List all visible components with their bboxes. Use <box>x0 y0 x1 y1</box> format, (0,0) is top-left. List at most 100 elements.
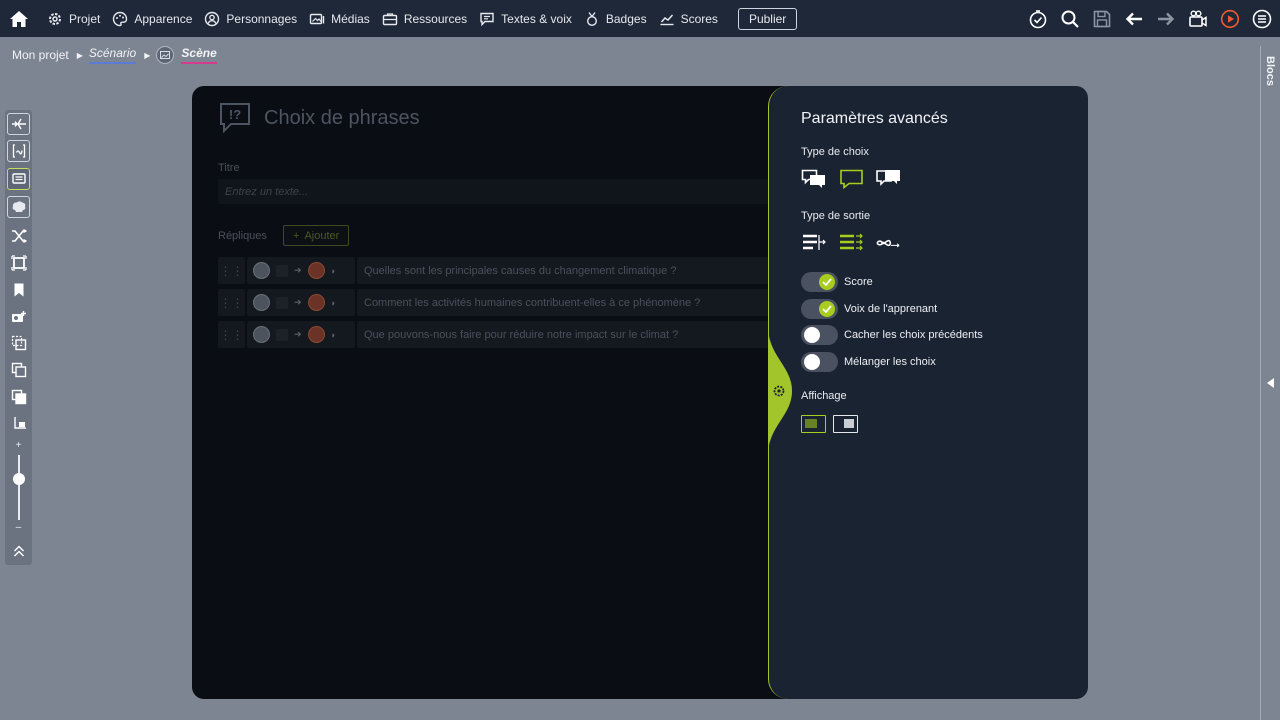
top-nav-bar: Projet Apparence Personnages Médias Ress… <box>0 0 1280 37</box>
shuffle-tool-button[interactable] <box>7 225 30 247</box>
nav-personnages[interactable]: Personnages <box>204 0 297 37</box>
score-toggle[interactable] <box>801 272 838 292</box>
display-left-option[interactable] <box>801 415 826 433</box>
toggle-learner-voice[interactable]: Voix de l'apprenant <box>801 299 937 319</box>
learner-avatar <box>253 326 270 343</box>
nav-ressources[interactable]: Ressources <box>382 0 467 37</box>
reply-characters[interactable]: ➜ ◗ <box>247 289 355 316</box>
reply-text[interactable]: Que pouvons-nous faire pour réduire notr… <box>357 321 778 348</box>
frame-icon <box>10 255 27 271</box>
paste-icon <box>11 389 26 405</box>
home-button[interactable] <box>0 0 37 37</box>
person-icon <box>205 11 220 26</box>
hide-previous-toggle[interactable] <box>801 325 838 345</box>
variable-tool-button[interactable] <box>7 140 30 162</box>
speech-icon <box>480 12 494 26</box>
search-icon[interactable] <box>1060 9 1080 29</box>
toggle-shuffle-choices[interactable]: Mélanger les choix <box>801 352 936 372</box>
dialogue-tool-button[interactable] <box>7 168 30 190</box>
settings-tab-handle[interactable] <box>766 326 792 456</box>
nav-ressources-label: Ressources <box>403 11 468 26</box>
drag-handle-icon[interactable]: ⋮⋮ <box>218 321 245 348</box>
zoom-slider-handle[interactable] <box>13 473 25 485</box>
learner-voice-toggle[interactable] <box>801 299 838 319</box>
frame-tool-button[interactable] <box>7 252 30 274</box>
zoom-out-icon[interactable]: – <box>5 522 32 533</box>
reply-text[interactable]: Quelles sont les principales causes du c… <box>357 257 778 284</box>
check-icon <box>819 274 835 290</box>
nav-medias[interactable]: Médias <box>309 0 370 37</box>
reply-characters[interactable]: ➜ ◗ <box>247 321 355 348</box>
redo-arrow-icon[interactable] <box>1156 9 1176 29</box>
reply-row: ⋮⋮ ➜ ◗ Quelles sont les principales caus… <box>218 257 778 284</box>
nav-badges-label: Badges <box>605 11 647 26</box>
arrow-right-icon: ➜ <box>294 329 302 339</box>
nav-badges[interactable]: Badges <box>584 0 647 37</box>
duplicate-icon <box>11 362 26 378</box>
duplicate-tool-button[interactable] <box>7 359 30 381</box>
check-timer-icon[interactable] <box>1028 9 1048 29</box>
nav-projet[interactable]: Projet <box>47 0 100 37</box>
reply-text[interactable]: Comment les activités humaines contribue… <box>357 289 778 316</box>
add-reply-button[interactable]: + Ajouter <box>283 225 350 246</box>
title-field-label: Titre <box>218 162 240 174</box>
nav-personnages-label: Personnages <box>226 11 298 26</box>
voice-icon: ◗ <box>330 329 336 340</box>
arrow-right-icon: ➜ <box>294 297 302 307</box>
reply-row: ⋮⋮ ➜ ◗ Comment les activités humaines co… <box>218 289 778 316</box>
infinity-loop-icon[interactable] <box>875 232 902 254</box>
breadcrumb-scene[interactable]: Scène <box>181 46 217 64</box>
dialogue-box-icon <box>11 173 26 184</box>
left-toolbar: + – <box>5 110 32 565</box>
nav-projet-label: Projet <box>69 11 101 26</box>
media-tool-button[interactable] <box>7 306 30 328</box>
crop-icon <box>13 417 26 429</box>
sentence-choice-modal: !? Choix de phrases Titre Répliques + Aj… <box>192 86 792 699</box>
add-reply-label: Ajouter <box>304 229 340 242</box>
toggle-score[interactable]: Score <box>801 272 873 292</box>
menu-icon[interactable] <box>1252 9 1272 29</box>
single-bubble-icon[interactable] <box>838 168 865 190</box>
nav-textes-voix[interactable]: Textes & voix <box>479 0 572 37</box>
zoom-slider-track[interactable] <box>18 455 20 520</box>
zoom-in-icon[interactable]: + <box>5 440 32 451</box>
list-multi-output-icon[interactable] <box>838 232 865 254</box>
undo-arrow-icon[interactable] <box>1124 9 1144 29</box>
nav-scores[interactable]: Scores <box>659 0 718 37</box>
drag-handle-icon[interactable]: ⋮⋮ <box>218 289 245 316</box>
brain-tool-button[interactable] <box>7 196 30 218</box>
bookmark-tool-button[interactable] <box>7 279 30 301</box>
paste-tool-button[interactable] <box>7 386 30 408</box>
blank-avatar <box>276 296 288 309</box>
arrow-right-icon: ➜ <box>294 265 302 275</box>
stacked-bubble-icon[interactable] <box>875 168 902 190</box>
copy-tool-button[interactable] <box>7 332 30 354</box>
shuffle-choices-toggle[interactable] <box>801 352 838 372</box>
save-icon[interactable] <box>1092 9 1112 29</box>
plus-icon: + <box>293 229 300 242</box>
voice-icon: ◗ <box>330 297 336 308</box>
breadcrumb-project[interactable]: Mon projet <box>12 48 69 62</box>
double-bubble-icon[interactable] <box>801 168 828 190</box>
reply-characters[interactable]: ➜ ◗ <box>247 257 355 284</box>
camera-icon[interactable] <box>1188 9 1208 29</box>
home-icon <box>9 10 28 27</box>
blocs-tab-label[interactable]: Blocs <box>1264 56 1276 86</box>
nav-apparence[interactable]: Apparence <box>112 0 192 37</box>
collapse-toolbar-button[interactable] <box>7 540 30 562</box>
plane-tool-button[interactable] <box>7 113 30 135</box>
play-icon[interactable] <box>1220 9 1240 29</box>
toggle-hide-previous[interactable]: Cacher les choix précédents <box>801 325 983 345</box>
double-chevron-up-icon <box>13 545 24 557</box>
drag-handle-icon[interactable]: ⋮⋮ <box>218 257 245 284</box>
crop-tool-button[interactable] <box>7 413 30 435</box>
publish-button[interactable]: Publier <box>737 7 798 30</box>
display-right-option[interactable] <box>833 415 858 433</box>
choice-type-options <box>801 168 902 190</box>
list-single-output-icon[interactable] <box>801 232 828 254</box>
title-input[interactable] <box>218 179 778 204</box>
expand-left-arrow-icon[interactable] <box>1267 378 1274 388</box>
nav-apparence-label: Apparence <box>134 11 193 26</box>
learner-avatar <box>253 294 270 311</box>
breadcrumb-scenario[interactable]: Scénario <box>88 46 137 64</box>
